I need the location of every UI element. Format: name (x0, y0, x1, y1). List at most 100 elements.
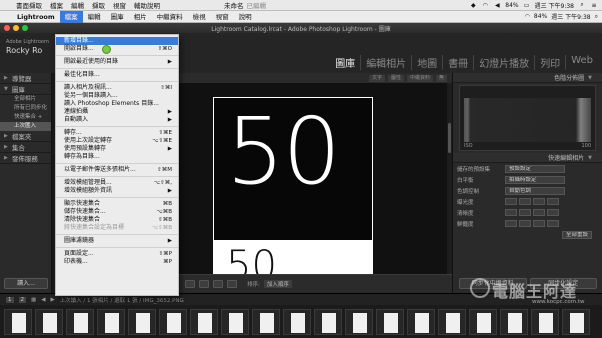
filmstrip-thumbnail[interactable] (159, 309, 187, 335)
app-menu-edit[interactable]: 編輯 (83, 11, 106, 23)
panel-publish-services[interactable]: ▶ 發佈服務 (0, 153, 51, 164)
back-icon[interactable]: ◀ (41, 297, 45, 303)
qd-step-button[interactable] (505, 198, 517, 205)
secondary-window-2[interactable]: 2 (18, 296, 26, 303)
filmstrip-thumbnail[interactable] (190, 309, 218, 335)
file-menu-item[interactable]: 以電子郵件傳送多張相片... ⇧⌘M (56, 166, 178, 174)
mac-menu-item-capture2[interactable]: 擷取 (88, 0, 109, 10)
file-menu-item[interactable]: 印表機... ⌘P (56, 258, 178, 266)
compare-view-icon[interactable] (213, 280, 223, 288)
file-menu-item[interactable]: 使用預設集轉存 ▶ (56, 145, 178, 153)
minimize-window-icon[interactable] (13, 25, 19, 31)
module-web[interactable]: Web (565, 55, 598, 70)
qd-exposure-buttons[interactable] (505, 198, 559, 205)
dropbox-icon[interactable]: ◆ (469, 2, 477, 9)
filmstrip-thumbnail[interactable] (283, 309, 311, 335)
filmstrip-thumbnail[interactable] (128, 309, 156, 335)
filmstrip-thumbnail[interactable] (66, 309, 94, 335)
mac-menu-item-file[interactable]: 檔案 (46, 0, 67, 10)
filter-metadata[interactable]: 中繼資料 (406, 74, 433, 82)
panel-collections[interactable]: ▶ 集合 (0, 142, 51, 153)
mac-menu-item-window[interactable]: 視窗 (109, 0, 130, 10)
disclosure-triangle-icon[interactable]: ▼ (588, 75, 592, 81)
filmstrip-thumbnail[interactable] (314, 309, 342, 335)
file-menu-item[interactable]: 讀入 Photoshop Elements 目錄... (56, 100, 178, 108)
qd-saved-preset-select[interactable]: 預設設定 (505, 164, 565, 173)
qd-step-button[interactable] (547, 209, 559, 216)
app-menu-photo[interactable]: 相片 (129, 11, 152, 23)
forward-icon[interactable]: ▶ (50, 297, 54, 303)
qd-step-button[interactable] (505, 209, 517, 216)
file-menu-item[interactable]: 從另一個目錄讀入... (56, 92, 178, 100)
qd-clarity-buttons[interactable] (505, 209, 559, 216)
disclosure-triangle-icon[interactable]: ▶ (4, 133, 8, 139)
clock[interactable]: 週三 下午9:38 (535, 1, 574, 10)
mac-menu-item-capture[interactable]: 書面擷取 (12, 0, 46, 10)
qd-step-button[interactable] (505, 220, 517, 227)
catalog-item-quick-collection[interactable]: 快速集合 + (0, 113, 51, 122)
spotlight-icon[interactable]: ⌕ (595, 13, 598, 21)
zoom-window-icon[interactable] (22, 25, 28, 31)
file-menu-item[interactable]: 新增目錄... (56, 37, 178, 45)
wifi-icon[interactable]: ◠ (481, 2, 489, 9)
mac-menu-item-help[interactable]: 輔助說明 (130, 0, 164, 10)
qd-step-button[interactable] (533, 220, 545, 227)
module-slideshow[interactable]: 幻燈片播放 (473, 55, 534, 70)
file-menu-item[interactable]: 使用上次設定轉存 ⌥⇧⌘E (56, 137, 178, 145)
file-menu-item[interactable]: 開啟目錄... ⇧⌘O (56, 45, 178, 53)
mac-menu-item-edit[interactable]: 編輯 (67, 0, 88, 10)
qd-step-button[interactable] (547, 220, 559, 227)
filmstrip-thumbnail[interactable] (562, 309, 590, 335)
scroll-thumb[interactable] (448, 123, 451, 153)
qd-step-button[interactable] (533, 209, 545, 216)
module-print[interactable]: 列印 (534, 55, 565, 70)
notification-icon[interactable]: ≡ (590, 2, 598, 9)
app-menu-lightroom[interactable]: Lightroom (12, 11, 60, 23)
spotlight-icon[interactable]: ⌕ (578, 1, 586, 9)
filmstrip-thumbnail[interactable] (35, 309, 63, 335)
file-menu-item[interactable]: 顯示快速集合 ⌘B (56, 200, 178, 208)
filmstrip-thumbnail[interactable] (97, 309, 125, 335)
filter-text[interactable]: 文字 (368, 74, 385, 82)
file-menu-item[interactable]: 圖庫濾鏡器 ▶ (56, 237, 178, 245)
app-menu-metadata[interactable]: 中繼資料 (152, 11, 188, 23)
file-menu-item[interactable]: 最佳化目錄... (56, 71, 178, 79)
app-menu-file[interactable]: 檔案 (59, 10, 83, 23)
disclosure-triangle-icon[interactable]: ▼ (4, 86, 8, 92)
filmstrip-thumbnail[interactable] (469, 309, 497, 335)
qd-step-button[interactable] (519, 198, 531, 205)
filmstrip-thumbnail[interactable] (500, 309, 528, 335)
filmstrip-thumbnail[interactable] (345, 309, 373, 335)
filmstrip-thumbnail[interactable] (221, 309, 249, 335)
loupe-view-icon[interactable] (199, 280, 209, 288)
app-menu-window[interactable]: 視窗 (211, 11, 234, 23)
qd-step-button[interactable] (519, 220, 531, 227)
qd-vibrance-buttons[interactable] (505, 220, 559, 227)
panel-quick-develop[interactable]: 快速編輯相片 ▼ (453, 153, 602, 163)
survey-view-icon[interactable] (227, 280, 237, 288)
qd-white-balance-select[interactable]: 拍攝時設定 (505, 175, 565, 184)
wifi-icon[interactable]: ◠ (525, 13, 530, 20)
grid-view-icon[interactable] (185, 280, 195, 288)
app-menu-view[interactable]: 檢視 (188, 11, 211, 23)
secondary-window-1[interactable]: 1 (6, 296, 14, 303)
filmstrip-thumbnail[interactable] (4, 309, 32, 335)
qd-step-button[interactable] (533, 198, 545, 205)
file-menu-item[interactable]: 增效模組管理員... ⌥⇧⌘, (56, 179, 178, 187)
clock-2[interactable]: 週三 下午9:38 (551, 12, 590, 21)
battery-icon[interactable]: ▭ (523, 2, 531, 9)
filter-none[interactable]: 無 (435, 74, 447, 82)
file-menu-item[interactable]: 轉存... ⇧⌘E (56, 129, 178, 137)
app-menu-help[interactable]: 說明 (234, 11, 257, 23)
disclosure-triangle-icon[interactable]: ▼ (588, 155, 592, 161)
filter-attribute[interactable]: 屬性 (387, 74, 404, 82)
filmstrip-source-path[interactable]: 上次讀入 / 1 張相片 / 選取 1 張 / IMG_3652.PNG (60, 296, 184, 304)
qd-step-button[interactable] (519, 209, 531, 216)
module-map[interactable]: 地圖 (411, 55, 442, 70)
panel-histogram[interactable]: 色階分佈圖 ▼ (453, 73, 602, 83)
file-menu-item[interactable]: 自動讀入 ▶ (56, 116, 178, 124)
module-book[interactable]: 書冊 (442, 55, 473, 70)
file-menu-item[interactable]: 增效模組額外資訊 ▶ (56, 187, 178, 195)
filmstrip-thumbnail[interactable] (438, 309, 466, 335)
disclosure-triangle-icon[interactable]: ▶ (4, 144, 8, 150)
